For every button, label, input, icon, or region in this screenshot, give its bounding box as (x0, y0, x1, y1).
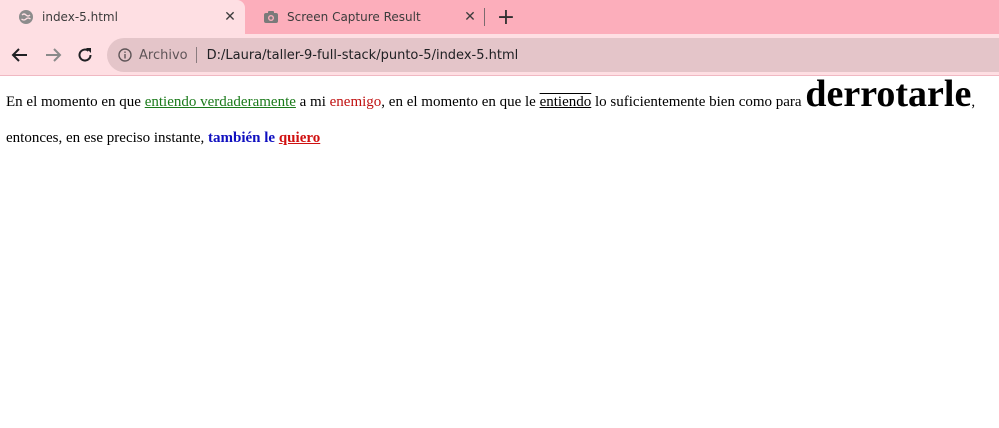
new-tab-button[interactable]: + (495, 5, 517, 30)
globe-icon (18, 9, 34, 25)
scheme-label: Archivo (139, 47, 188, 63)
info-icon[interactable] (117, 47, 133, 63)
browser-toolbar: Archivo D:/Laura/taller-9-full-stack/pun… (0, 34, 999, 76)
reload-icon (78, 48, 92, 62)
close-tab-icon[interactable]: ✕ (461, 8, 479, 26)
red-text: enemigo (329, 94, 382, 110)
tab-strip: index-5.html ✕ Screen Capture Result ✕ + (0, 0, 999, 34)
back-button[interactable] (8, 43, 32, 67)
url-text[interactable]: D:/Laura/taller-9-full-stack/punto-5/ind… (207, 48, 519, 63)
text-segment: lo suficientemente bien como para (591, 94, 806, 110)
tab-separator (484, 8, 485, 26)
tab-screen-capture[interactable]: Screen Capture Result ✕ (245, 0, 485, 34)
address-separator (195, 47, 197, 63)
red-bold-underlined-text: quiero (278, 130, 321, 146)
text-segment: En el momento en que (6, 94, 145, 110)
overlined-text: entiendo (539, 94, 592, 110)
text-segment: a mi (295, 94, 330, 110)
camera-icon (263, 9, 279, 25)
blue-bold-text: también le (208, 130, 276, 146)
forward-button[interactable] (41, 43, 65, 67)
tab-title: index-5.html (42, 10, 118, 24)
reload-button[interactable] (73, 43, 97, 67)
large-bold-text: derrotarle (805, 73, 972, 115)
tab-title: Screen Capture Result (287, 10, 421, 24)
address-bar[interactable]: Archivo D:/Laura/taller-9-full-stack/pun… (107, 38, 999, 72)
page-paragraph: En el momento en que entiendo verdaderam… (6, 73, 996, 156)
green-underlined-text: entiendo verdaderamente (144, 94, 296, 110)
forward-arrow-icon (46, 48, 62, 62)
close-tab-icon[interactable]: ✕ (221, 8, 239, 26)
text-segment: , en el momento en que le (381, 94, 540, 110)
tab-index-5[interactable]: index-5.html ✕ (0, 0, 245, 34)
back-arrow-icon (11, 48, 27, 62)
